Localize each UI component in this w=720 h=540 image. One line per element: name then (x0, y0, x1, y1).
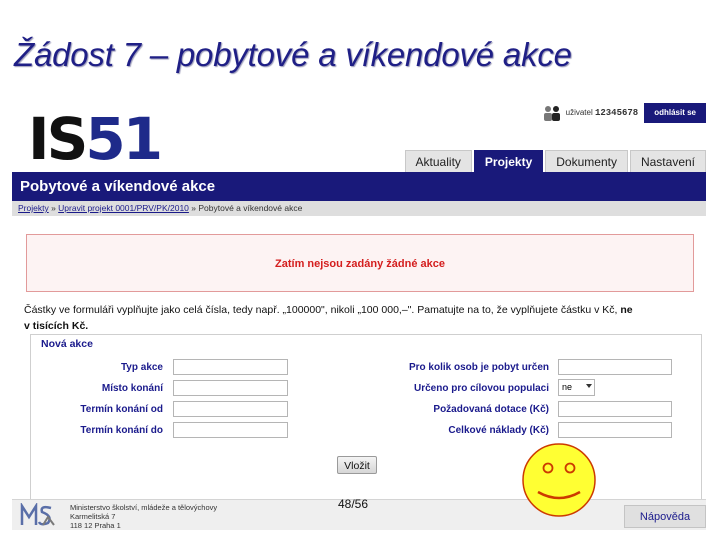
slide-title: Žádost 7 – pobytové a víkendové akce (14, 36, 572, 73)
help-button[interactable]: Nápověda (624, 505, 706, 528)
chevron-down-icon (586, 384, 592, 388)
user-id: 12345678 (594, 108, 639, 118)
tab-nastaveni[interactable]: Nastavení (629, 150, 706, 172)
target-population-select[interactable]: ne (558, 379, 595, 396)
info-text-emphasis: ne (617, 304, 633, 316)
event-type-input[interactable] (173, 359, 288, 375)
venue-input[interactable] (173, 380, 288, 396)
breadcrumb-current: Pobytové a víkendové akce (198, 203, 303, 213)
breadcrumb: Projekty » Upravit projekt 0001/PRV/PK/2… (12, 201, 706, 216)
ministry-street: Karmelitská 7 (70, 512, 116, 521)
venue-label: Místo konání (101, 383, 163, 394)
date-from-input[interactable] (173, 401, 288, 417)
user-label: uživatel (565, 108, 593, 117)
tab-dokumenty[interactable]: Dokumenty (545, 150, 628, 172)
event-type-label: Typ akce (120, 362, 163, 373)
ministry-address: Ministerstvo školství, mládeže a tělovýc… (70, 503, 217, 530)
requested-subsidy-input[interactable] (558, 401, 672, 417)
total-costs-label: Celkové náklady (Kč) (448, 425, 549, 436)
breadcrumb-separator: » (48, 203, 59, 213)
breadcrumb-edit-project[interactable]: Upravit projekt 0001/PRV/PK/2010 (58, 203, 189, 213)
page-number: 48/56 (338, 497, 369, 511)
breadcrumb-separator: » (188, 203, 199, 213)
page-header: Pobytové a víkendové akce (12, 172, 706, 201)
date-to-input[interactable] (173, 422, 288, 438)
breadcrumb-projekty[interactable]: Projekty (18, 203, 49, 213)
ministry-name: Ministerstvo školství, mládeže a tělovýc… (70, 503, 218, 512)
app-screenshot: IS51 uživatel 12345678 odhlásit se Aktua… (12, 103, 706, 530)
insert-button[interactable]: Vložit (337, 456, 377, 474)
target-population-label: Určeno pro cílovou populaci (413, 383, 549, 394)
persons-count-label: Pro kolik osob je pobyt určen (408, 362, 549, 373)
amount-instructions: Částky ve formuláři vyplňujte jako celá … (24, 302, 694, 334)
info-text: Částky ve formuláři vyplňujte jako celá … (24, 304, 618, 316)
logo-is: IS (28, 105, 88, 173)
info-text-emphasis: v tisících Kč. (24, 320, 89, 332)
tab-aktuality[interactable]: Aktuality (404, 150, 472, 172)
users-icon (542, 104, 562, 122)
is51-logo: IS51 (28, 109, 163, 169)
fieldset-legend: Nová akce (39, 338, 95, 350)
requested-subsidy-label: Požadovaná dotace (Kč) (433, 404, 549, 415)
no-events-alert: Zatím nejsou zadány žádné akce (26, 234, 694, 292)
user-info: uživatel 12345678 (566, 108, 639, 118)
date-from-label: Termín konání od (80, 404, 163, 415)
total-costs-input[interactable] (558, 422, 672, 438)
logout-button[interactable]: odhlásit se (644, 103, 706, 123)
persons-count-input[interactable] (558, 359, 672, 375)
tab-projekty[interactable]: Projekty (473, 150, 544, 172)
target-population-value: ne (562, 382, 573, 392)
smiley-face-icon (521, 442, 597, 518)
msmt-logo-icon (20, 501, 56, 527)
date-to-label: Termín konání do (80, 425, 163, 436)
user-area: uživatel 12345678 odhlásit se (542, 103, 706, 123)
main-tabs: Aktuality Projekty Dokumenty Nastavení (403, 150, 706, 172)
ministry-city: 118 12 Praha 1 (70, 521, 121, 530)
logo-51: 51 (85, 105, 163, 173)
